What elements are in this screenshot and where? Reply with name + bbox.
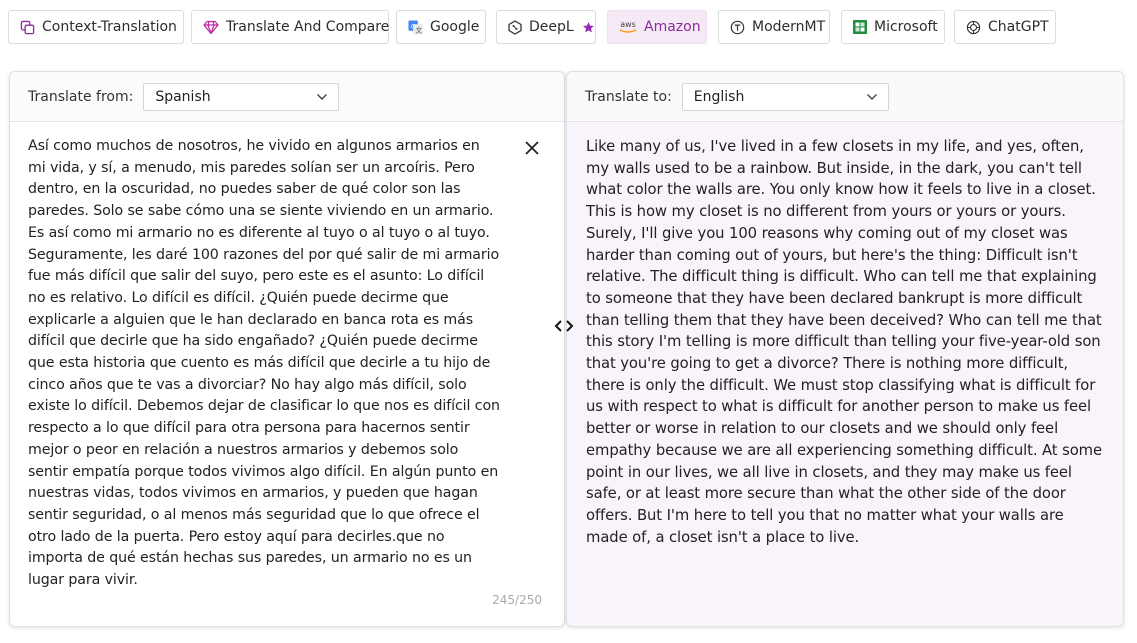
tab-label: Google bbox=[430, 19, 480, 35]
tab-label: Amazon bbox=[644, 19, 701, 35]
copy-icon bbox=[20, 19, 35, 35]
diamond-icon bbox=[203, 19, 219, 35]
deepl-icon bbox=[508, 19, 522, 35]
chatgpt-icon bbox=[966, 19, 981, 35]
source-panel-header: Translate from: Spanish bbox=[10, 72, 564, 122]
translation-engine-tabs: Context-Translation Translate And Compar… bbox=[8, 10, 1056, 44]
tab-label: Translate And Compare bbox=[226, 19, 390, 35]
source-language-select[interactable]: Spanish bbox=[143, 82, 340, 111]
swap-languages-button[interactable] bbox=[551, 316, 577, 336]
character-counter: 245/250 bbox=[492, 593, 542, 607]
aws-icon-text: aws bbox=[620, 19, 636, 29]
target-language-value: English bbox=[693, 88, 745, 105]
tab-label: DeepL bbox=[529, 19, 574, 35]
microsoft-icon bbox=[853, 19, 867, 35]
tab-context-translation[interactable]: Context-Translation bbox=[8, 10, 184, 44]
tab-microsoft[interactable]: Microsoft bbox=[841, 10, 945, 44]
tab-translate-and-compare[interactable]: Translate And Compare bbox=[191, 10, 389, 44]
source-panel: Translate from: Spanish Así como muchos … bbox=[9, 71, 565, 627]
clear-text-button[interactable] bbox=[522, 138, 542, 158]
aws-icon: aws bbox=[619, 19, 637, 35]
translate-from-label: Translate from: bbox=[28, 88, 134, 105]
tab-deepl[interactable]: DeepL bbox=[496, 10, 596, 44]
target-language-select[interactable]: English bbox=[681, 82, 889, 111]
svg-text:文: 文 bbox=[416, 25, 423, 34]
translation-output: Like many of us, I've lived in a few clo… bbox=[586, 138, 1102, 546]
star-icon bbox=[582, 21, 595, 34]
tab-label: Microsoft bbox=[874, 19, 938, 35]
chevron-down-icon bbox=[866, 93, 878, 101]
chevron-down-icon bbox=[316, 93, 328, 101]
tab-modernmt[interactable]: ModernMT bbox=[718, 10, 830, 44]
tab-google[interactable]: G文 Google bbox=[396, 10, 486, 44]
target-panel-header: Translate to: English bbox=[567, 72, 1123, 122]
tab-label: Context-Translation bbox=[42, 19, 177, 35]
swap-arrows-icon bbox=[554, 319, 574, 333]
tab-chatgpt[interactable]: ChatGPT bbox=[954, 10, 1056, 44]
target-panel: Translate to: English Like many of us, I… bbox=[566, 71, 1124, 627]
source-text-input[interactable]: Así como muchos de nosotros, he vivido e… bbox=[28, 136, 500, 592]
close-icon bbox=[522, 138, 542, 158]
google-translate-icon: G文 bbox=[408, 19, 423, 35]
translate-to-label: Translate to: bbox=[585, 88, 672, 105]
source-language-value: Spanish bbox=[155, 88, 211, 105]
tab-label: ModernMT bbox=[752, 19, 826, 35]
tab-label: ChatGPT bbox=[988, 19, 1049, 35]
modernmt-icon bbox=[730, 19, 745, 35]
tab-amazon[interactable]: aws Amazon bbox=[607, 10, 707, 44]
